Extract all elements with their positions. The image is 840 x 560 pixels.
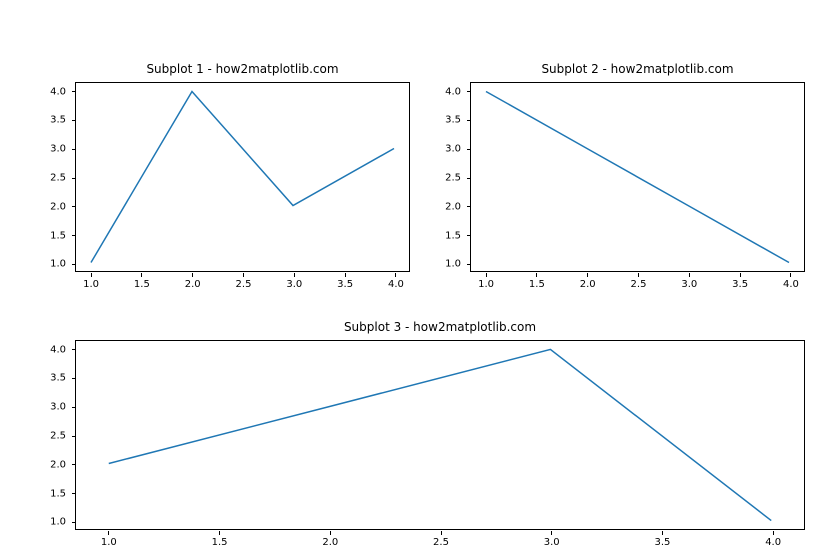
xtick-label: 3.5 bbox=[654, 537, 670, 548]
ytick-label: 1.5 bbox=[445, 230, 461, 241]
ytick-label: 1.0 bbox=[445, 259, 461, 270]
xtick-label: 1.0 bbox=[478, 279, 494, 290]
ytick-label: 3.0 bbox=[50, 144, 66, 155]
xtick-label: 2.5 bbox=[433, 537, 449, 548]
ytick-label: 2.5 bbox=[445, 173, 461, 184]
xtick-mark bbox=[486, 273, 487, 277]
xtick-mark bbox=[91, 273, 92, 277]
ytick-mark bbox=[467, 235, 471, 236]
ytick-label: 4.0 bbox=[445, 86, 461, 97]
xtick-mark bbox=[587, 273, 588, 277]
subplot-1-title: Subplot 1 - how2matplotlib.com bbox=[75, 62, 410, 76]
subplot-2-line bbox=[471, 83, 804, 271]
xtick-mark bbox=[536, 273, 537, 277]
xtick-mark bbox=[219, 531, 220, 535]
ytick-mark bbox=[72, 522, 76, 523]
ytick-mark bbox=[72, 235, 76, 236]
ytick-mark bbox=[72, 264, 76, 265]
subplot-3-plot-area: 1.01.52.02.53.03.54.01.01.52.02.53.03.54… bbox=[75, 340, 805, 530]
xtick-mark bbox=[662, 531, 663, 535]
xtick-label: 1.5 bbox=[529, 279, 545, 290]
ytick-mark bbox=[72, 378, 76, 379]
xtick-label: 4.0 bbox=[765, 537, 781, 548]
ytick-mark bbox=[72, 493, 76, 494]
figure: Subplot 1 - how2matplotlib.com 1.01.52.0… bbox=[0, 0, 840, 560]
ytick-label: 4.0 bbox=[50, 344, 66, 355]
ytick-mark bbox=[72, 120, 76, 121]
ytick-label: 3.5 bbox=[50, 115, 66, 126]
ytick-label: 2.0 bbox=[445, 201, 461, 212]
xtick-mark bbox=[108, 531, 109, 535]
ytick-mark bbox=[467, 91, 471, 92]
xtick-mark bbox=[345, 273, 346, 277]
xtick-label: 4.0 bbox=[388, 279, 404, 290]
subplot-2: Subplot 2 - how2matplotlib.com 1.01.52.0… bbox=[470, 82, 805, 272]
xtick-mark bbox=[773, 531, 774, 535]
xtick-mark bbox=[192, 273, 193, 277]
xtick-mark bbox=[441, 531, 442, 535]
xtick-label: 3.0 bbox=[681, 279, 697, 290]
xtick-mark bbox=[243, 273, 244, 277]
xtick-mark bbox=[638, 273, 639, 277]
xtick-mark bbox=[740, 273, 741, 277]
subplot-2-plot-area: 1.01.52.02.53.03.54.01.01.52.02.53.03.54… bbox=[470, 82, 805, 272]
subplot-3-line bbox=[76, 341, 804, 529]
ytick-label: 2.0 bbox=[50, 201, 66, 212]
ytick-mark bbox=[72, 464, 76, 465]
ytick-mark bbox=[467, 178, 471, 179]
ytick-label: 3.0 bbox=[445, 144, 461, 155]
ytick-mark bbox=[72, 206, 76, 207]
ytick-label: 4.0 bbox=[50, 86, 66, 97]
ytick-label: 2.5 bbox=[50, 431, 66, 442]
ytick-mark bbox=[72, 349, 76, 350]
ytick-mark bbox=[72, 436, 76, 437]
xtick-label: 2.0 bbox=[185, 279, 201, 290]
ytick-label: 1.5 bbox=[50, 230, 66, 241]
ytick-label: 3.5 bbox=[50, 373, 66, 384]
subplot-3: Subplot 3 - how2matplotlib.com 1.01.52.0… bbox=[75, 340, 805, 530]
xtick-label: 1.5 bbox=[134, 279, 150, 290]
ytick-mark bbox=[467, 206, 471, 207]
subplot-1: Subplot 1 - how2matplotlib.com 1.01.52.0… bbox=[75, 82, 410, 272]
subplot-3-title: Subplot 3 - how2matplotlib.com bbox=[75, 320, 805, 334]
ytick-mark bbox=[72, 407, 76, 408]
xtick-label: 2.0 bbox=[580, 279, 596, 290]
ytick-label: 1.0 bbox=[50, 517, 66, 528]
xtick-label: 3.5 bbox=[337, 279, 353, 290]
ytick-mark bbox=[72, 91, 76, 92]
ytick-mark bbox=[467, 120, 471, 121]
subplot-1-line bbox=[76, 83, 409, 271]
xtick-label: 3.0 bbox=[286, 279, 302, 290]
xtick-label: 4.0 bbox=[783, 279, 799, 290]
subplot-1-plot-area: 1.01.52.02.53.03.54.01.01.52.02.53.03.54… bbox=[75, 82, 410, 272]
xtick-mark bbox=[294, 273, 295, 277]
xtick-label: 2.0 bbox=[322, 537, 338, 548]
xtick-label: 1.5 bbox=[212, 537, 228, 548]
ytick-label: 1.5 bbox=[50, 488, 66, 499]
ytick-label: 2.0 bbox=[50, 459, 66, 470]
xtick-label: 2.5 bbox=[631, 279, 647, 290]
xtick-label: 1.0 bbox=[101, 537, 117, 548]
xtick-label: 2.5 bbox=[236, 279, 252, 290]
ytick-label: 3.5 bbox=[445, 115, 461, 126]
xtick-mark bbox=[330, 531, 331, 535]
xtick-label: 1.0 bbox=[83, 279, 99, 290]
ytick-mark bbox=[467, 149, 471, 150]
xtick-mark bbox=[551, 531, 552, 535]
ytick-label: 2.5 bbox=[50, 173, 66, 184]
xtick-label: 3.5 bbox=[732, 279, 748, 290]
xtick-label: 3.0 bbox=[544, 537, 560, 548]
ytick-mark bbox=[467, 264, 471, 265]
subplot-2-title: Subplot 2 - how2matplotlib.com bbox=[470, 62, 805, 76]
ytick-label: 3.0 bbox=[50, 402, 66, 413]
xtick-mark bbox=[790, 273, 791, 277]
ytick-mark bbox=[72, 178, 76, 179]
ytick-mark bbox=[72, 149, 76, 150]
ytick-label: 1.0 bbox=[50, 259, 66, 270]
xtick-mark bbox=[141, 273, 142, 277]
xtick-mark bbox=[395, 273, 396, 277]
xtick-mark bbox=[689, 273, 690, 277]
